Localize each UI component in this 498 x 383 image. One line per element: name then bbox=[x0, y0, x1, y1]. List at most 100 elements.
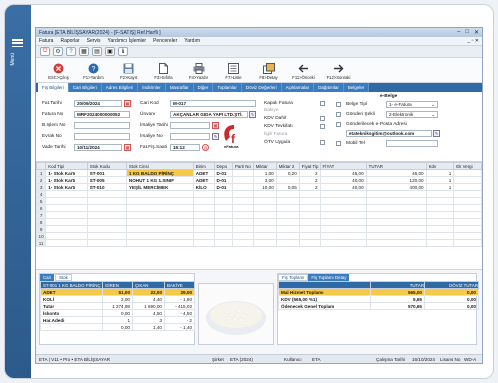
table-cell[interactable] bbox=[231, 176, 254, 184]
table-cell[interactable]: 2 bbox=[298, 183, 321, 191]
table-cell[interactable] bbox=[425, 190, 455, 198]
tab-indirimler[interactable]: İndirimler bbox=[138, 83, 166, 92]
f8-detail-button[interactable]: F8>Detay bbox=[252, 62, 285, 80]
window-icon[interactable]: ▣ bbox=[105, 47, 115, 56]
table-cell[interactable]: KİLO bbox=[192, 183, 215, 191]
tab-fis-bilgileri[interactable]: Fiş Bilgileri bbox=[38, 83, 69, 92]
unvan-field[interactable]: AKÇANLAR GIDA YAPI LTD.ŞTİ. bbox=[170, 111, 248, 118]
f2-save-button[interactable]: F2>Kayıt bbox=[112, 62, 145, 80]
fat-fis-saati-field[interactable]: 15:12 bbox=[170, 144, 200, 151]
f11-previous-button[interactable]: F11>Önceki bbox=[287, 62, 320, 80]
table-cell[interactable] bbox=[45, 239, 88, 247]
help-icon[interactable]: ? bbox=[66, 47, 76, 56]
table-cell[interactable] bbox=[45, 218, 88, 226]
table-cell[interactable] bbox=[213, 190, 233, 198]
table-cell[interactable]: 0,05 bbox=[275, 183, 300, 191]
tab-aciklamalar[interactable]: Açıklamalar bbox=[281, 83, 315, 92]
f3-reset-button[interactable]: F3>Sıfırla bbox=[147, 62, 180, 80]
table-cell[interactable] bbox=[125, 197, 194, 205]
table-cell[interactable] bbox=[252, 218, 277, 226]
calendar-icon[interactable]: ▦ bbox=[124, 144, 131, 151]
table-cell[interactable]: ADET bbox=[192, 169, 215, 177]
fat-tarihi-field[interactable]: 20/09/2024 bbox=[74, 100, 122, 107]
table-cell[interactable]: 3,00 bbox=[252, 176, 277, 184]
table-cell[interactable] bbox=[213, 211, 233, 219]
irsaliye-tarihi-field[interactable] bbox=[170, 122, 210, 129]
column-header[interactable]: Depo bbox=[213, 162, 233, 170]
kdv-dahil-checkbox[interactable] bbox=[320, 116, 325, 121]
table-cell[interactable] bbox=[319, 204, 367, 212]
table-cell[interactable] bbox=[192, 239, 215, 247]
table-cell[interactable] bbox=[45, 232, 88, 240]
table-cell[interactable] bbox=[86, 239, 127, 247]
table-row[interactable]: 4 bbox=[35, 190, 482, 198]
table-cell[interactable] bbox=[365, 232, 427, 240]
tab-stok[interactable]: Stok bbox=[55, 274, 72, 281]
table-cell[interactable] bbox=[453, 169, 482, 177]
column-header[interactable]: Parti No bbox=[231, 162, 254, 170]
gonderim-checkbox[interactable] bbox=[336, 112, 341, 117]
table-cell[interactable]: 2 bbox=[298, 169, 321, 177]
table-cell[interactable]: 1- Stok Kartı bbox=[45, 169, 88, 177]
table-cell[interactable] bbox=[125, 218, 194, 226]
column-header[interactable]: Kod Tipi bbox=[45, 162, 88, 170]
table-cell[interactable] bbox=[252, 239, 277, 247]
tab-fis-toplami-detay[interactable]: Fiş Toplamı Detay bbox=[308, 274, 351, 281]
menu-yardimci[interactable]: Yardımcı İşlemler bbox=[108, 38, 147, 44]
close-icon[interactable]: ✕ bbox=[474, 29, 479, 36]
table-cell[interactable]: 2 bbox=[298, 176, 321, 184]
table-cell[interactable] bbox=[125, 232, 194, 240]
table-cell[interactable] bbox=[86, 190, 127, 198]
vade-tarihi-field[interactable]: 10/11/2024 bbox=[74, 144, 122, 151]
table-cell[interactable] bbox=[192, 190, 215, 198]
table-cell[interactable] bbox=[298, 218, 321, 226]
table-cell[interactable] bbox=[213, 218, 233, 226]
column-header[interactable]: Stok Cinsi bbox=[125, 162, 194, 170]
table-cell[interactable] bbox=[86, 225, 127, 233]
esc-exit-button[interactable]: ESC>Çıkış bbox=[42, 62, 75, 80]
table-cell[interactable] bbox=[231, 204, 254, 212]
table-cell[interactable] bbox=[453, 197, 482, 205]
table-row[interactable]: 3 1- Stok Kartı ST-010 YEŞİL MERCİMEK KİLO D-… bbox=[35, 183, 482, 191]
sidebar-menu-label[interactable]: Menü bbox=[10, 53, 16, 66]
table-cell[interactable]: NOHUT 1 KG 1.SINIF bbox=[125, 176, 194, 184]
table-cell[interactable] bbox=[425, 197, 455, 205]
table-cell[interactable] bbox=[192, 197, 215, 205]
table-cell[interactable] bbox=[86, 232, 127, 240]
mobil-checkbox[interactable] bbox=[336, 141, 341, 146]
column-header[interactable]: Miktar bbox=[252, 162, 277, 170]
menu-icon[interactable] bbox=[12, 39, 23, 48]
eposta-field[interactable]: etatekniksgitim@outlook.com bbox=[346, 130, 432, 137]
table-cell[interactable] bbox=[252, 232, 277, 240]
table-cell[interactable] bbox=[45, 225, 88, 233]
table-cell[interactable] bbox=[86, 218, 127, 226]
table-cell[interactable] bbox=[453, 190, 482, 198]
edit-icon[interactable]: ✎ bbox=[249, 111, 256, 118]
table-cell[interactable] bbox=[365, 211, 427, 219]
table-cell[interactable] bbox=[213, 204, 233, 212]
f1-help-button[interactable]: ? F1>Yardım bbox=[77, 62, 110, 80]
belge-tipi-select[interactable]: 1- e-Fatura ⌄ bbox=[386, 101, 438, 108]
mobil-field[interactable] bbox=[386, 140, 438, 147]
table-cell[interactable]: 45,00 bbox=[365, 169, 427, 177]
tab-adres-bilgileri[interactable]: Adres Bilgileri bbox=[101, 83, 139, 92]
table-cell[interactable] bbox=[425, 232, 455, 240]
table-cell[interactable] bbox=[252, 197, 277, 205]
table-cell[interactable] bbox=[86, 197, 127, 205]
tab-masraflar[interactable]: Masraflar bbox=[165, 83, 194, 92]
table-cell[interactable] bbox=[275, 204, 300, 212]
table-cell[interactable] bbox=[231, 169, 254, 177]
column-header[interactable]: Miktar 2 bbox=[275, 162, 300, 170]
gonderim-select[interactable]: 2-Elektronik ⌄ bbox=[386, 111, 438, 118]
tab-toplamlar[interactable]: Toplamlar bbox=[213, 83, 242, 92]
mdi-controls[interactable]: _ ▫ ✕ bbox=[467, 38, 479, 44]
table-cell[interactable] bbox=[275, 190, 300, 198]
table-cell[interactable]: 1 bbox=[425, 183, 455, 191]
power-icon[interactable]: ⏻ bbox=[40, 47, 50, 56]
table-cell[interactable] bbox=[453, 239, 482, 247]
settings-icon[interactable]: ⚙ bbox=[53, 47, 63, 56]
table-cell[interactable]: 1 KG BALDO PİRİNÇ bbox=[125, 169, 194, 177]
table-row[interactable]: 6 bbox=[35, 204, 482, 212]
table-cell[interactable] bbox=[86, 211, 127, 219]
table-row[interactable]: 11 bbox=[35, 239, 482, 247]
